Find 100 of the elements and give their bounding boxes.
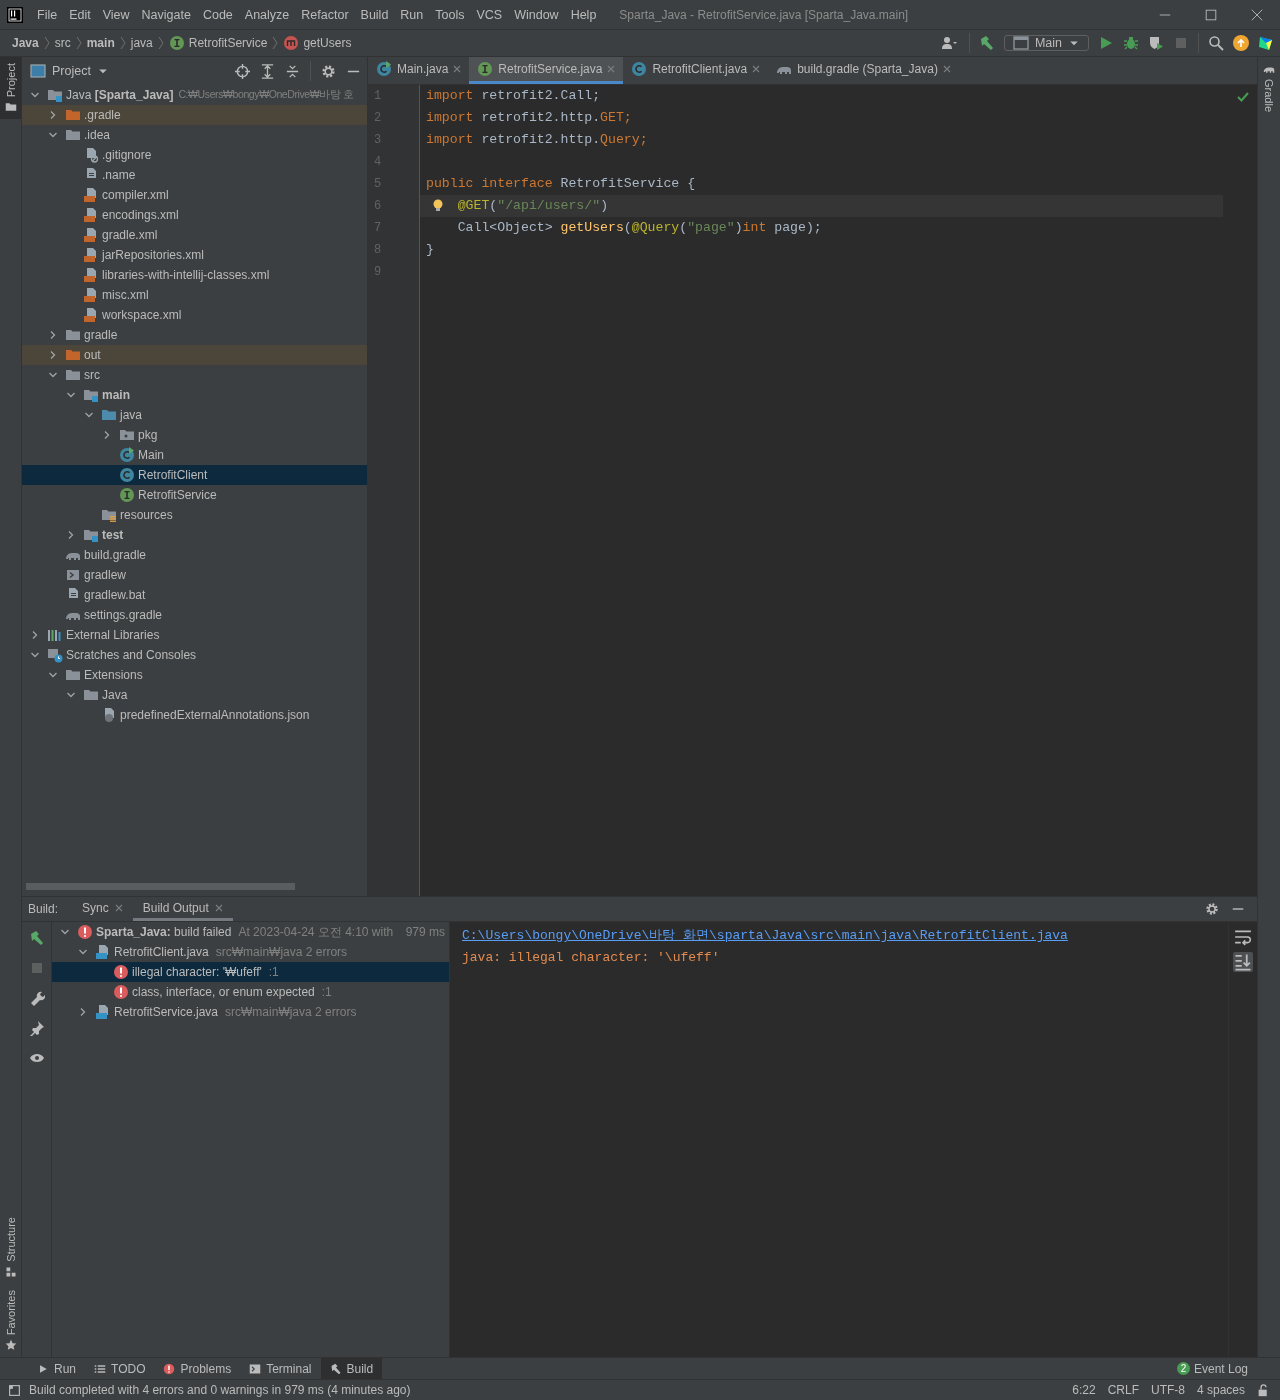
chevron-right-icon[interactable] [30, 630, 40, 640]
tree-item[interactable]: compiler.xml [22, 185, 367, 205]
run-config-dropdown[interactable]: Main [1003, 35, 1089, 51]
tree-item[interactable]: java [22, 405, 367, 425]
run-icon[interactable] [1098, 35, 1114, 51]
soft-wrap-icon[interactable] [1234, 928, 1252, 946]
menu-item[interactable]: Window [508, 7, 565, 22]
tree-item[interactable]: test [22, 525, 367, 545]
breadcrumb[interactable]: getUsers [283, 35, 352, 51]
project-view-dropdown[interactable]: Project [30, 63, 109, 79]
chevron-down-icon[interactable] [60, 927, 70, 937]
status-item[interactable]: UTF-8 [1150, 1383, 1185, 1397]
status-item[interactable]: CRLF [1107, 1383, 1139, 1397]
tree-item[interactable]: encodings.xml [22, 205, 367, 225]
tree-item[interactable]: class, interface, or enum expected :1 [52, 982, 449, 1002]
close-icon[interactable] [752, 65, 761, 73]
tree-item[interactable]: jarRepositories.xml [22, 245, 367, 265]
close-icon[interactable] [453, 65, 462, 73]
tool-window-tab[interactable]: Problems [154, 1358, 241, 1379]
chevron-down-icon[interactable] [66, 390, 76, 400]
chevron-right-icon[interactable] [102, 430, 112, 440]
toolbox-logo-icon[interactable] [1258, 35, 1274, 51]
chevron-down-icon[interactable] [30, 90, 40, 100]
maximize-icon[interactable] [1204, 7, 1218, 22]
close-icon[interactable] [942, 65, 951, 73]
lock-icon[interactable] [1257, 1383, 1270, 1397]
tree-item[interactable]: RetrofitService.java src₩main₩java 2 errors [52, 1002, 449, 1022]
breadcrumb[interactable]: java [130, 36, 153, 50]
tool-window-tab[interactable]: Build [320, 1358, 383, 1379]
breadcrumb[interactable]: Java [12, 36, 39, 50]
chevron-right-icon[interactable] [78, 1007, 88, 1017]
expand-all-icon[interactable] [260, 63, 275, 79]
tree-item[interactable]: gradle [22, 325, 367, 345]
event-log-button[interactable]: 2 Event Log [1170, 1360, 1280, 1377]
collapse-all-icon[interactable] [285, 63, 300, 79]
tool-window-tab[interactable]: TODO [85, 1358, 155, 1379]
close-icon[interactable] [114, 903, 123, 912]
close-icon[interactable] [214, 903, 223, 912]
menu-item[interactable]: Help [564, 7, 603, 22]
tree-item[interactable]: .idea [22, 125, 367, 145]
tool-window-tab[interactable]: Terminal [240, 1358, 321, 1379]
tree-item[interactable]: External Libraries [22, 625, 367, 645]
tool-window-tab[interactable]: Favorites [0, 1283, 21, 1357]
tree-item[interactable]: src [22, 365, 367, 385]
tree-item[interactable]: gradlew.bat [22, 585, 367, 605]
tree-item[interactable]: build.gradle [22, 545, 367, 565]
close-icon[interactable] [607, 65, 616, 73]
search-icon[interactable] [1208, 35, 1224, 51]
settings-icon[interactable] [1205, 902, 1219, 916]
scrollbar[interactable] [26, 883, 295, 890]
chevron-down-icon[interactable] [66, 690, 76, 700]
tree-item[interactable]: Java [22, 685, 367, 705]
tree-item[interactable]: predefinedExternalAnnotations.json [22, 705, 367, 725]
tree-item[interactable]: Java [Sparta_Java] C:₩Users₩bongy₩OneDrive₩바탕 호 [22, 85, 367, 105]
file-link[interactable]: C:\Users\bongy\OneDrive\바탕 화면\sparta\Java\src\main\java\RetrofitClient.java [462, 925, 1216, 947]
menu-item[interactable]: Build [354, 7, 395, 22]
chevron-down-icon[interactable] [48, 670, 58, 680]
tree-item[interactable]: .name [22, 165, 367, 185]
chevron-down-icon[interactable] [84, 410, 94, 420]
tree-item[interactable]: resources [22, 505, 367, 525]
tree-item[interactable]: pkg [22, 425, 367, 445]
tree-item[interactable]: RetrofitClient.java src₩main₩java 2 errors [52, 942, 449, 962]
editor-tab[interactable]: RetrofitClient.java [623, 57, 769, 84]
menu-item[interactable]: File [31, 7, 64, 22]
coverage-icon[interactable] [1148, 35, 1164, 51]
menu-item[interactable]: Edit [63, 7, 97, 22]
chevron-down-icon[interactable] [48, 130, 58, 140]
settings-icon[interactable] [321, 63, 336, 79]
lightbulb-icon[interactable] [432, 198, 444, 214]
panel-tab[interactable]: Sync [72, 897, 133, 921]
panel-toggle-icon[interactable] [8, 1383, 21, 1397]
tree-item[interactable]: gradle.xml [22, 225, 367, 245]
tree-item[interactable]: Scratches and Consoles [22, 645, 367, 665]
tree-item[interactable]: Main [22, 445, 367, 465]
chevron-right-icon[interactable] [48, 350, 58, 360]
menu-item[interactable]: Tools [429, 7, 471, 22]
chevron-right-icon[interactable] [66, 530, 76, 540]
tool-window-tab[interactable]: Project [0, 57, 21, 120]
tree-item[interactable]: RetrofitService [22, 485, 367, 505]
tool-window-tab[interactable]: Run [28, 1358, 85, 1379]
scroll-to-end-icon[interactable] [1233, 952, 1253, 972]
chevron-down-icon[interactable] [78, 947, 88, 957]
tool-window-tab[interactable]: Structure [0, 1211, 21, 1284]
tree-item[interactable]: main [22, 385, 367, 405]
tool-window-tab[interactable]: Gradle [1258, 57, 1280, 119]
tree-item[interactable]: out [22, 345, 367, 365]
chevron-down-icon[interactable] [48, 370, 58, 380]
breadcrumb[interactable]: main [86, 36, 115, 50]
bug-icon[interactable] [1123, 35, 1139, 51]
hammer-icon[interactable] [28, 930, 45, 946]
tree-item[interactable]: RetrofitClient [22, 465, 367, 485]
breadcrumb[interactable]: src [54, 36, 71, 50]
tree-item[interactable]: gradlew [22, 565, 367, 585]
status-item[interactable]: 6:22 [1072, 1383, 1096, 1397]
menu-item[interactable]: VCS [470, 7, 509, 22]
chevron-right-icon[interactable] [48, 330, 58, 340]
chevron-right-icon[interactable] [48, 110, 58, 120]
menu-item[interactable]: Refactor [295, 7, 355, 22]
menu-item[interactable]: View [96, 7, 136, 22]
chevron-down-icon[interactable] [30, 650, 40, 660]
